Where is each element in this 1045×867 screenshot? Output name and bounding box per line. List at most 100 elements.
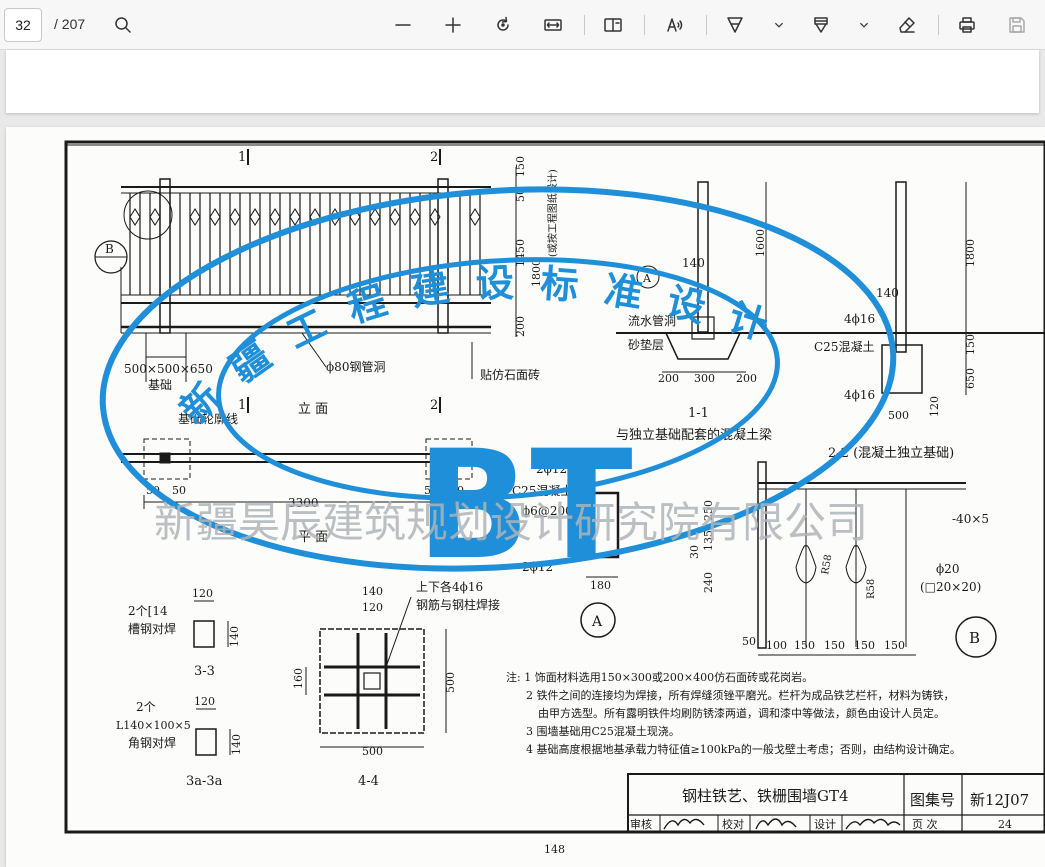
sec22-dim-140: 140 [876, 286, 899, 300]
dim-note-vertical: (或按工程图纸设计) [546, 169, 559, 257]
rotate-icon[interactable] [488, 10, 518, 40]
detb-bottom-dim: 150 [884, 639, 905, 652]
section-3a-3a-drawing [195, 708, 231, 756]
sec22-dim-1800: 1800 [964, 239, 977, 267]
detb-bottom-dim: 100 [766, 639, 787, 652]
sec44-dim-500v: 500 [444, 672, 457, 693]
sec3a-title: 3a-3a [186, 774, 223, 789]
sec22-rebar-bottom: 4ϕ16 [844, 388, 875, 402]
detb-dim-240: 240 [702, 572, 715, 593]
search-icon[interactable] [108, 10, 138, 40]
fence-ornament [229, 208, 241, 226]
note-line: 4 基础高度根据地基承载力特征值≥100kPa的一般戈壁土考虑；否则，由结构设计… [526, 742, 961, 756]
label-foundation-size: 500×500×650 [124, 362, 213, 376]
note-line: 注: 1 饰面材料选用150×300或200×400仿石面砖或花岗岩。 [506, 670, 813, 684]
note-line: 由甲方选型。所有露明铁件均刷防锈漆两道，调和漆中等做法，颜色由设计人员定。 [538, 706, 945, 720]
note-line: 3 围墙基础用C25混凝土现浇。 [526, 724, 680, 738]
section-4-4-drawing [305, 596, 447, 748]
fence-ornament [249, 208, 261, 226]
watermark-org-name: 新疆昊辰建筑规划设计研究院有限公司 [154, 498, 868, 547]
detb-bottom-dim: 150 [794, 639, 815, 652]
title-block-atlas-label: 图集号 [910, 791, 955, 809]
section-3-3-drawing [193, 600, 229, 648]
toolbar-divider [644, 15, 645, 35]
sec33-title: 3-3 [194, 664, 215, 679]
fence-ornament [269, 208, 281, 226]
page-total-label: / 207 [54, 16, 86, 32]
pdf-page[interactable]: 1 2 1 2 50 150 1450 1800 200 (或按工程图纸设计) … [6, 127, 1045, 867]
toolbar-divider [938, 15, 939, 35]
read-aloud-icon[interactable] [660, 10, 690, 40]
title-block-review-label: 审核 [630, 817, 652, 831]
sec11-dim-200a: 200 [658, 372, 679, 385]
sec3a-label2: L140×100×5 [116, 719, 191, 732]
detb-bottom-dim: 150 [854, 639, 875, 652]
fence-ornament [469, 208, 481, 226]
note-line: 2 铁件之间的连接均为焊接，所有焊缝须锉平磨光。栏杆为成品铁艺栏杆，材料为铸铁， [526, 688, 955, 702]
label-elevation: 立 面 [298, 402, 328, 417]
fence-ornament [409, 208, 421, 226]
detb-dim-40x5: -40×5 [952, 512, 989, 526]
sec44-title: 4-4 [358, 774, 379, 789]
detb-dim-30: 30 [688, 545, 701, 559]
chevron-down-icon[interactable] [855, 10, 873, 40]
sec22-concrete: C25混凝土 [814, 339, 874, 354]
sec22-dim-650: 650 [964, 368, 977, 389]
fence-ornament [389, 208, 401, 226]
fence-ornament [209, 208, 221, 226]
draw-icon[interactable] [720, 10, 750, 40]
chevron-down-icon[interactable] [770, 10, 788, 40]
save-icon[interactable] [1002, 10, 1032, 40]
label-b-circle: B [105, 242, 114, 256]
page-footer-number: 148 [544, 843, 565, 856]
fence-ornament [289, 208, 301, 226]
print-icon[interactable] [952, 10, 982, 40]
detb-label: B [969, 629, 980, 647]
section-mark-1-bottom: 1 [238, 398, 246, 413]
title-block-title: 钢柱铁艺、铁栅围墙GT4 [682, 787, 849, 805]
sec11-label-sand: 砂垫层 [628, 337, 664, 352]
zoom-out-icon[interactable] [388, 10, 418, 40]
architectural-drawing: 1 2 1 2 50 150 1450 1800 200 (或按工程图纸设计) … [64, 140, 1045, 856]
dim-50-b: 50 [172, 484, 186, 497]
detb-dim-phi20: ϕ20 [936, 562, 959, 576]
sec11-dim-1600: 1600 [754, 229, 767, 257]
toolbar-divider [706, 15, 707, 35]
page-number-input[interactable] [4, 8, 42, 42]
toolbar-divider [584, 15, 585, 35]
sec44-dim-120: 120 [362, 601, 383, 614]
sec22-rebar-top: 4ϕ16 [844, 312, 875, 326]
dim-150: 150 [514, 156, 527, 177]
checker-signature [755, 818, 797, 830]
sec3a-label3: 角钢对焊 [128, 735, 176, 750]
seca-label: A [591, 614, 603, 630]
sec3a-label1: 2个 [136, 700, 156, 714]
section-mark-1-top: 1 [238, 150, 246, 165]
dim-200-left: 200 [514, 316, 527, 337]
reviewer-signature [663, 818, 705, 830]
section-mark-2-top: 2 [430, 150, 438, 165]
sec22-dim-500: 500 [888, 409, 909, 422]
fence-ornament [369, 208, 381, 226]
sec11-dim-200b: 200 [736, 372, 757, 385]
detb-dim-square: (□20×20) [920, 580, 981, 594]
sec11-dim-300: 300 [694, 372, 715, 385]
fence-ornament [149, 208, 161, 226]
zoom-in-icon[interactable] [438, 10, 468, 40]
detb-bottom-dim: 150 [824, 639, 845, 652]
pdf-toolbar: / 207 [0, 0, 1045, 50]
previous-page-bottom [6, 50, 1039, 113]
sec33-dim-120: 120 [192, 587, 213, 600]
section-mark-2-bottom: 2 [430, 398, 438, 413]
fit-width-icon[interactable] [538, 10, 568, 40]
sec11-title: 1-1 [688, 406, 709, 421]
highlight-icon[interactable] [806, 10, 836, 40]
eraser-icon[interactable] [892, 10, 922, 40]
page-view-icon[interactable] [598, 10, 628, 40]
sec11-subtitle: 与独立基础配套的混凝土梁 [616, 427, 772, 443]
detb-dim-r58a: R58 [820, 554, 834, 576]
detb-dim-r58b: R58 [866, 579, 877, 599]
title-block-design-label: 设计 [814, 818, 836, 831]
fence-ornament [129, 208, 141, 226]
sec22-dim-150: 150 [964, 334, 977, 355]
